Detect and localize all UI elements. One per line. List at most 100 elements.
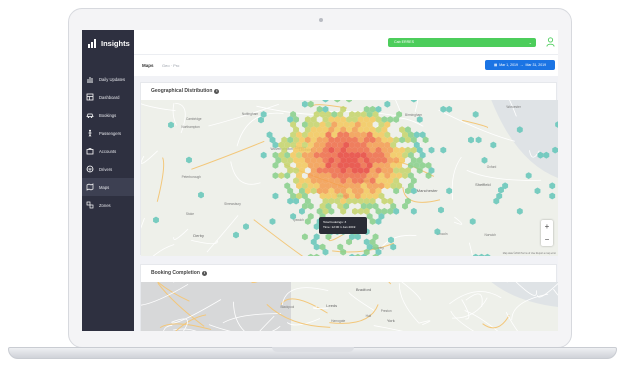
map-road (348, 292, 375, 311)
sidebar-item-label: Daily Updates (99, 76, 126, 82)
heat-hexagon (384, 100, 391, 108)
heat-hexagon (346, 100, 352, 103)
heat-hexagon (352, 207, 358, 215)
sidebar-nav: Daily Updates Dashboard Bookings Passengers… (82, 70, 134, 214)
completion-map[interactable]: Bradford Leeds York Hull Blackpool Preston Har… (141, 282, 558, 331)
brand[interactable]: Insights (88, 38, 130, 48)
sidebar-item-maps[interactable]: Maps (82, 178, 134, 196)
heat-hexagon (440, 146, 447, 154)
sidebar-item-label: Dashboard (99, 94, 120, 100)
heat-hexagon (260, 151, 267, 159)
map-motorway (482, 314, 510, 329)
map-road (398, 283, 419, 323)
map-place-label: Bradford (355, 287, 372, 293)
map-road (449, 291, 502, 305)
zoom-out-button[interactable]: − (541, 233, 553, 246)
heat-hexagon (307, 253, 314, 256)
heat-hexagon (272, 192, 279, 200)
heat-hexagon (516, 126, 523, 134)
sidebar-item-label: Passengers (99, 130, 122, 136)
steering-wheel-icon (86, 165, 94, 173)
tooltip-time: Time: 12:00 1 Jan 2019 (323, 224, 356, 229)
heat-hexagon (410, 100, 417, 103)
brand-title: Insights (101, 38, 130, 48)
map-road (418, 320, 431, 326)
card-title: Geographical Distribution i (151, 88, 220, 94)
heat-hexagon (186, 156, 192, 164)
heatmap-map[interactable]: ManchesterSheffieldDerbyNottinghamLeices… (141, 100, 558, 256)
heat-hexagon (478, 253, 485, 256)
heat-hexagon (410, 207, 417, 215)
heat-hexagon (198, 191, 204, 199)
heat-hexagon (475, 136, 482, 144)
city-select[interactable]: Cab ERRES ⌄ (388, 38, 536, 47)
map-base (141, 282, 558, 331)
heat-hexagon (484, 253, 491, 256)
sidebar-item-label: Maps (99, 184, 110, 190)
info-icon[interactable]: i (214, 88, 220, 94)
page-subtitle: Geo · Pro (162, 63, 180, 68)
booking-completion-card: Booking Completion i Bradford Leeds York Hu… (140, 264, 558, 331)
heat-hexagon (153, 216, 159, 224)
sidebar-item-daily-updates[interactable]: Daily Updates (82, 70, 134, 88)
heat-hexagon (490, 141, 497, 149)
heat-hexagon (468, 136, 474, 144)
heat-hexagon (472, 253, 479, 256)
calendar-icon: ▦ (493, 63, 498, 67)
heat-hexagon (290, 213, 297, 220)
heat-hexagon (525, 172, 532, 179)
sidebar-item-dashboard[interactable]: Dashboard (82, 88, 134, 106)
map-place-label: Hull (365, 314, 372, 319)
heat-hexagon (543, 151, 550, 159)
heat-hexagon (349, 253, 355, 256)
app-screen: Insights Daily Updates Dashboard Bookings P… (82, 30, 558, 331)
insights-logo-icon (88, 38, 98, 48)
date-start: Mar 1, 2019 (499, 63, 518, 67)
sidebar-item-label: Drivers (99, 166, 113, 172)
heat-hexagon (243, 223, 249, 230)
map-icon (86, 183, 94, 191)
map-road (401, 282, 421, 301)
heat-hexagon (301, 233, 308, 241)
map-motorway (388, 282, 392, 285)
heat-hexagon (388, 236, 394, 244)
car-icon (86, 111, 94, 119)
sidebar-item-zones[interactable]: Zones (82, 196, 134, 214)
map-place-label: Blackpool (280, 304, 295, 309)
map-attribution[interactable]: Map data ©2019 Terms of Use Report a map… (503, 252, 556, 255)
laptop-notch (272, 347, 354, 352)
heat-hexagon (416, 116, 423, 123)
heat-hexagon (269, 218, 276, 225)
date-range-button[interactable]: ▦ Mar 1, 2019 → Mar 31, 2019 (485, 60, 555, 70)
heat-hexagon (354, 253, 361, 256)
heat-hexagon (516, 207, 523, 215)
heat-hexagon (322, 100, 329, 103)
zoom-in-button[interactable]: + (541, 220, 553, 233)
geographical-distribution-card: Geographical Distribution i Manchester Sh… (140, 82, 558, 256)
heat-hexagon (390, 243, 397, 251)
person-icon (86, 129, 94, 137)
sidebar-item-passengers[interactable]: Passengers (82, 124, 134, 142)
sidebar-item-label: Accounts (99, 148, 117, 154)
heat-hexagon (301, 100, 308, 108)
sidebar-item-bookings[interactable]: Bookings (82, 106, 134, 124)
heat-hexagon (334, 100, 341, 103)
sidebar-item-label: Bookings (99, 112, 117, 118)
map-place-label: Harrogate (331, 319, 346, 324)
sidebar-item-accounts[interactable]: Accounts (82, 142, 134, 160)
heat-hexagon (168, 121, 174, 129)
info-icon[interactable]: i (201, 270, 207, 276)
heat-hexagon (446, 105, 453, 113)
heat-hexagon (552, 146, 558, 154)
completion-title: Booking Completion (151, 270, 200, 276)
map-road (373, 325, 404, 331)
chart-icon (86, 75, 94, 83)
user-icon[interactable] (546, 37, 555, 47)
city-select-value: Cab ERRES (394, 40, 414, 44)
heat-hexagon (313, 253, 320, 256)
heat-hexagon (549, 192, 556, 200)
page-title: Maps (142, 63, 154, 68)
heat-hexagon (233, 231, 239, 239)
sidebar-item-drivers[interactable]: Drivers (82, 160, 134, 178)
heat-hexagon (272, 172, 279, 179)
